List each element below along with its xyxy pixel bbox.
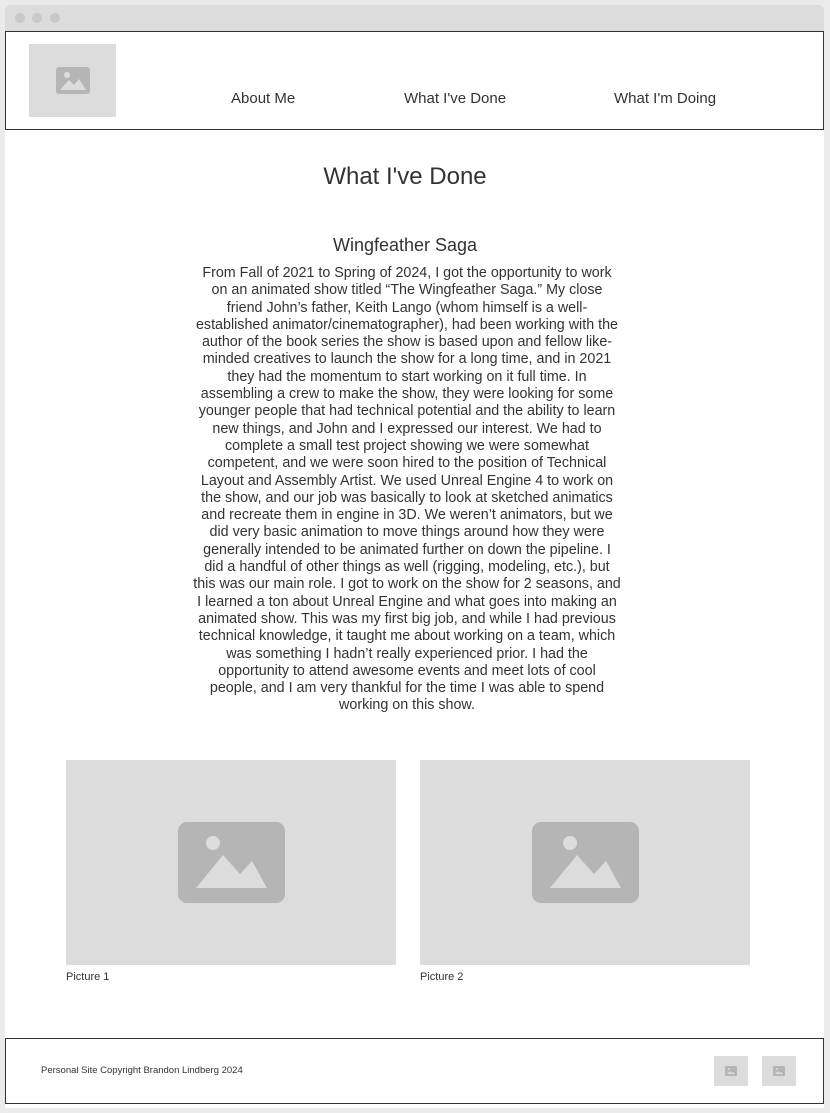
image-placeholder-icon [725,1066,737,1076]
picture-2[interactable] [420,760,750,965]
page-title: What I've Done [323,163,487,190]
nav-what-im-doing[interactable]: What I'm Doing [614,90,716,107]
picture-2-caption: Picture 2 [420,971,464,983]
footer-link-1[interactable] [714,1056,748,1086]
window-maximize-dot[interactable] [50,13,60,23]
footer-link-2[interactable] [762,1056,796,1086]
window-titlebar [5,5,824,31]
nav-about-me[interactable]: About Me [231,90,295,107]
site-logo[interactable] [29,44,116,117]
picture-1-caption: Picture 1 [66,971,110,983]
window-minimize-dot[interactable] [32,13,42,23]
image-placeholder-icon [55,67,90,94]
section-title: Wingfeather Saga [332,235,478,255]
window-close-dot[interactable] [15,13,25,23]
site-footer: Personal Site Copyright Brandon Lindberg… [5,1038,824,1104]
image-placeholder-icon [177,822,285,903]
nav-what-ive-done[interactable]: What I've Done [404,90,506,107]
section-body: From Fall of 2021 to Spring of 2024, I g… [193,265,621,714]
site-header: About Me What I've Done What I'm Doing [5,31,824,130]
copyright-text: Personal Site Copyright Brandon Lindberg… [41,1065,243,1076]
image-placeholder-icon [773,1066,785,1076]
browser-window: About Me What I've Done What I'm Doing W… [5,5,824,1108]
picture-1[interactable] [66,760,396,965]
image-placeholder-icon [531,822,639,903]
